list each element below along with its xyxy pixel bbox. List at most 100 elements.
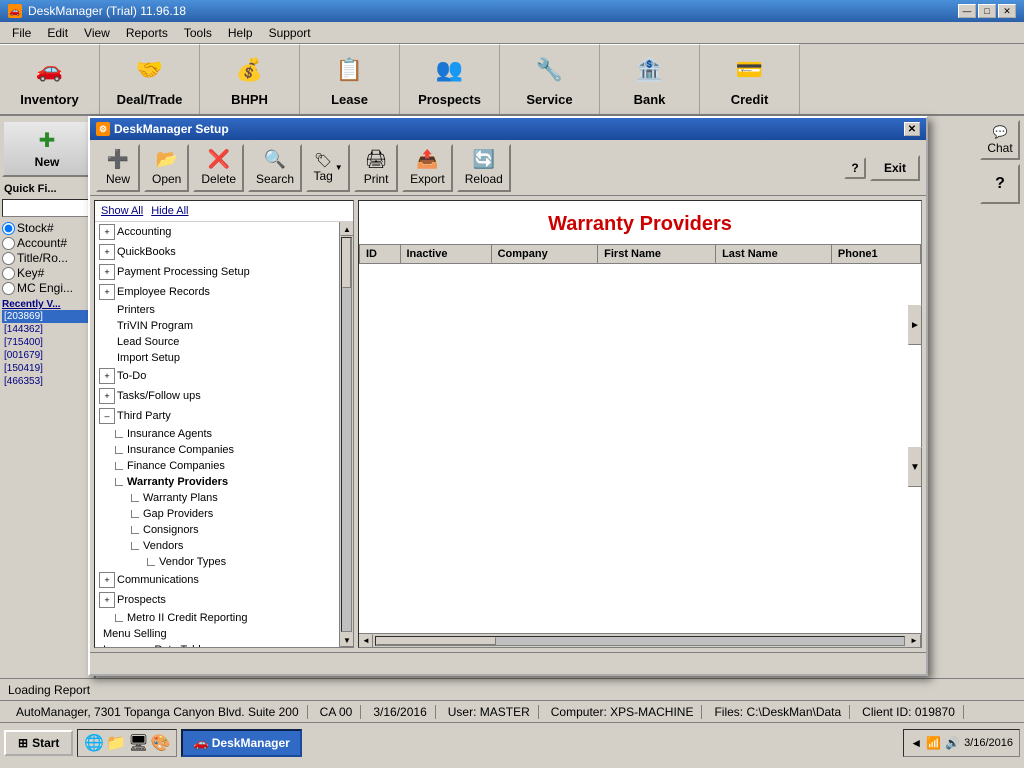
credit-icon: 💳: [732, 52, 768, 88]
collapse-right-arrow[interactable]: ▼: [908, 447, 922, 487]
chat-button[interactable]: 💬 Chat: [980, 120, 1020, 160]
tree-communications[interactable]: +Communications: [95, 570, 339, 590]
new-button[interactable]: ✚ New: [2, 120, 92, 177]
tree-payment-processing[interactable]: +Payment Processing Setup: [95, 262, 339, 282]
help-button[interactable]: ?: [980, 164, 1020, 204]
show-all-link[interactable]: Show All: [101, 205, 143, 217]
tree-accounting[interactable]: +Accounting: [95, 222, 339, 242]
radio-title[interactable]: Title/Ro...: [2, 251, 92, 265]
tree-finance-companies[interactable]: Finance Companies: [95, 458, 339, 474]
radio-stock[interactable]: Stock#: [2, 221, 92, 235]
hscroll-thumb[interactable]: [376, 637, 496, 645]
radio-key[interactable]: Key#: [2, 266, 92, 280]
nav-lease[interactable]: 📋 Lease: [300, 44, 400, 114]
tree-insurance-rate[interactable]: Insurance Rate Table: [95, 642, 339, 647]
setup-print-button[interactable]: 🖨 Print: [354, 144, 398, 192]
vscroll-thumb[interactable]: [342, 238, 351, 288]
expand-communications[interactable]: +: [99, 572, 115, 588]
setup-delete-button[interactable]: ❌ Delete: [193, 144, 244, 192]
tag-dropdown-arrow: ▼: [335, 163, 343, 172]
tree-metro2[interactable]: Metro II Credit Reporting: [95, 610, 339, 626]
content-title: Warranty Providers: [359, 201, 921, 244]
tree-printers[interactable]: Printers: [95, 302, 339, 318]
tree-trivin[interactable]: TriVIN Program: [95, 318, 339, 334]
expand-quickbooks[interactable]: +: [99, 244, 115, 260]
quick-find-input[interactable]: [2, 199, 92, 217]
tree-quickbooks[interactable]: +QuickBooks: [95, 242, 339, 262]
expand-third-party[interactable]: –: [99, 408, 115, 424]
setup-new-button[interactable]: ➕ New: [96, 144, 140, 192]
tree-vendors[interactable]: Vendors: [95, 538, 339, 554]
tree-gap-providers[interactable]: Gap Providers: [95, 506, 339, 522]
nav-bank[interactable]: 🏦 Bank: [600, 44, 700, 114]
hscroll-right[interactable]: ►: [907, 634, 921, 648]
nav-service[interactable]: 🔧 Service: [500, 44, 600, 114]
tree-prospects[interactable]: +Prospects: [95, 590, 339, 610]
start-button[interactable]: ⊞ Start: [4, 730, 73, 756]
tree-consignors[interactable]: Consignors: [95, 522, 339, 538]
menu-support[interactable]: Support: [261, 24, 319, 42]
setup-search-button[interactable]: 🔍 Search: [248, 144, 302, 192]
tree-todo[interactable]: +To-Do: [95, 366, 339, 386]
expand-todo[interactable]: +: [99, 368, 115, 384]
expand-right-arrow[interactable]: ►: [908, 305, 922, 345]
tree-vendor-types[interactable]: Vendor Types: [95, 554, 339, 570]
setup-open-button[interactable]: 📂 Open: [144, 144, 189, 192]
tree-tasks[interactable]: +Tasks/Follow ups: [95, 386, 339, 406]
tree-third-party[interactable]: –Third Party: [95, 406, 339, 426]
minimize-button[interactable]: —: [958, 4, 976, 18]
maximize-button[interactable]: □: [978, 4, 996, 18]
recent-item-2[interactable]: [715400]: [2, 336, 92, 349]
hide-all-link[interactable]: Hide All: [151, 205, 188, 217]
setup-close-button[interactable]: ✕: [904, 122, 920, 136]
tray-network-icon[interactable]: 📶: [926, 736, 941, 750]
expand-tasks[interactable]: +: [99, 388, 115, 404]
recent-item-0[interactable]: [203869]: [2, 310, 92, 323]
tree-warranty-providers[interactable]: Warranty Providers: [95, 474, 339, 490]
expand-employee[interactable]: +: [99, 284, 115, 300]
close-button[interactable]: ✕: [998, 4, 1016, 18]
setup-reload-button[interactable]: 🔄 Reload: [457, 144, 511, 192]
recent-item-3[interactable]: [001679]: [2, 349, 92, 362]
recent-item-4[interactable]: [150419]: [2, 362, 92, 375]
nav-credit[interactable]: 💳 Credit: [700, 44, 800, 114]
tree-lead-source[interactable]: Lead Source: [95, 334, 339, 350]
tree-insurance-companies[interactable]: Insurance Companies: [95, 442, 339, 458]
recent-item-1[interactable]: [144362]: [2, 323, 92, 336]
nav-bhph[interactable]: 💰 BHPH: [200, 44, 300, 114]
radio-mc[interactable]: MC Engi...: [2, 281, 92, 295]
tree-import-setup[interactable]: Import Setup: [95, 350, 339, 366]
nav-prospects[interactable]: 👥 Prospects: [400, 44, 500, 114]
setup-exit-button[interactable]: Exit: [870, 155, 920, 181]
menu-reports[interactable]: Reports: [118, 24, 176, 42]
menu-tools[interactable]: Tools: [176, 24, 220, 42]
vscroll-up[interactable]: ▲: [340, 222, 353, 236]
vscroll-down[interactable]: ▼: [340, 633, 353, 647]
recent-item-5[interactable]: [466353]: [2, 375, 92, 388]
menu-help[interactable]: Help: [220, 24, 261, 42]
menu-edit[interactable]: Edit: [39, 24, 76, 42]
menu-file[interactable]: File: [4, 24, 39, 42]
expand-payment[interactable]: +: [99, 264, 115, 280]
tray-hide-arrow[interactable]: ◄: [910, 736, 922, 750]
setup-tag-button[interactable]: 🏷 Tag ▼: [306, 144, 350, 192]
menu-view[interactable]: View: [76, 24, 118, 42]
tree-warranty-plans[interactable]: Warranty Plans: [95, 490, 339, 506]
taskbar-icon-folder[interactable]: 📁: [106, 733, 126, 753]
taskbar-icon-paint[interactable]: 🎨: [151, 733, 171, 753]
radio-account[interactable]: Account#: [2, 236, 92, 250]
taskbar-icon-computer[interactable]: 🖥: [128, 733, 148, 753]
tree-menu-selling[interactable]: Menu Selling: [95, 626, 339, 642]
taskbar-icon-browser[interactable]: 🌐: [84, 733, 104, 753]
setup-export-button[interactable]: 📤 Export: [402, 144, 453, 192]
expand-accounting[interactable]: +: [99, 224, 115, 240]
setup-help-button[interactable]: ?: [844, 157, 866, 179]
tree-insurance-agents[interactable]: Insurance Agents: [95, 426, 339, 442]
nav-inventory[interactable]: 🚗 Inventory: [0, 44, 100, 114]
expand-prospects[interactable]: +: [99, 592, 115, 608]
nav-deal-trade[interactable]: 🤝 Deal/Trade: [100, 44, 200, 114]
tray-volume-icon[interactable]: 🔊: [945, 736, 960, 750]
tree-employee-records[interactable]: +Employee Records: [95, 282, 339, 302]
taskbar-active-app[interactable]: 🚗 DeskManager: [181, 729, 301, 757]
hscroll-left[interactable]: ◄: [359, 634, 373, 648]
